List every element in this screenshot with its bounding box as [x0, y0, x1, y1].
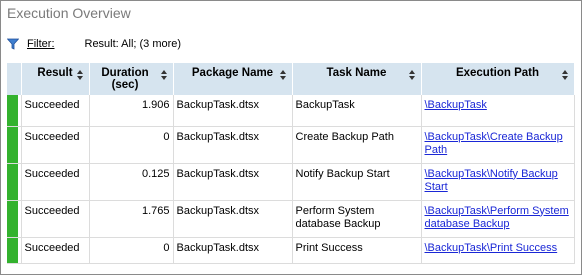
sort-arrows-icon[interactable]: [280, 70, 287, 80]
table-row[interactable]: Succeeded 1.906 BackupTask.dtsx BackupTa…: [7, 95, 575, 127]
header-row: Result Duration (sec) Package Name Task …: [7, 63, 575, 95]
execution-path-link[interactable]: \BackupTask\Perform System database Back…: [425, 205, 569, 230]
path-cell: \BackupTask: [421, 95, 575, 127]
path-cell: \BackupTask\Notify Backup Start: [421, 163, 575, 201]
column-header-label: Duration (sec): [101, 67, 149, 91]
execution-path-link[interactable]: \BackupTask: [425, 99, 487, 111]
task-cell: Create Backup Path: [292, 126, 422, 164]
table-row[interactable]: Succeeded 1.765 BackupTask.dtsx Perform …: [7, 200, 575, 238]
execution-table: Result Duration (sec) Package Name Task …: [7, 63, 575, 264]
package-cell: BackupTask.dtsx: [173, 237, 293, 264]
execution-path-link[interactable]: \BackupTask\Print Success: [425, 242, 558, 254]
result-cell: Succeeded: [21, 95, 90, 127]
path-cell: \BackupTask\Create Backup Path: [421, 126, 575, 164]
duration-cell: 0: [89, 237, 174, 264]
execution-path-link[interactable]: \BackupTask\Create Backup Path: [425, 131, 563, 156]
table-row[interactable]: Succeeded 0 BackupTask.dtsx Print Succes…: [7, 237, 575, 264]
column-header-execution-path[interactable]: Execution Path: [421, 63, 575, 95]
duration-cell: 0.125: [89, 163, 174, 201]
filter-bar: Filter: Result: All; (3 more): [7, 35, 181, 53]
task-cell: Notify Backup Start: [292, 163, 422, 201]
package-cell: BackupTask.dtsx: [173, 95, 293, 127]
column-header-package-name[interactable]: Package Name: [173, 63, 293, 95]
status-indicator: [7, 163, 22, 201]
status-indicator: [7, 237, 22, 264]
path-cell: \BackupTask\Print Success: [421, 237, 575, 264]
status-column-header: [7, 63, 22, 95]
path-cell: \BackupTask\Perform System database Back…: [421, 200, 575, 238]
filter-funnel-icon[interactable]: [7, 38, 19, 50]
column-header-label: Execution Path: [455, 67, 540, 79]
column-header-result[interactable]: Result: [21, 63, 90, 95]
filter-link[interactable]: Filter:: [27, 38, 55, 50]
column-header-task-name[interactable]: Task Name: [292, 63, 422, 95]
sort-arrows-icon[interactable]: [409, 70, 416, 80]
package-cell: BackupTask.dtsx: [173, 126, 293, 164]
table-row[interactable]: Succeeded 0.125 BackupTask.dtsx Notify B…: [7, 163, 575, 201]
status-indicator: [7, 95, 22, 127]
table-row[interactable]: Succeeded 0 BackupTask.dtsx Create Backu…: [7, 126, 575, 164]
sort-arrows-icon[interactable]: [161, 70, 168, 80]
column-header-label: Task Name: [326, 67, 387, 79]
execution-path-link[interactable]: \BackupTask\Notify Backup Start: [425, 168, 558, 193]
panel-title: Execution Overview: [7, 5, 131, 21]
column-header-label: Package Name: [191, 67, 274, 79]
column-header-duration[interactable]: Duration (sec): [89, 63, 174, 95]
status-indicator: [7, 126, 22, 164]
duration-cell: 1.906: [89, 95, 174, 127]
task-cell: Print Success: [292, 237, 422, 264]
execution-overview-panel: Execution Overview Filter: Result: All; …: [0, 0, 582, 275]
package-cell: BackupTask.dtsx: [173, 163, 293, 201]
sort-arrows-icon[interactable]: [562, 70, 569, 80]
result-cell: Succeeded: [21, 237, 90, 264]
duration-cell: 1.765: [89, 200, 174, 238]
task-cell: BackupTask: [292, 95, 422, 127]
status-indicator: [7, 200, 22, 238]
result-cell: Succeeded: [21, 126, 90, 164]
task-cell: Perform System database Backup: [292, 200, 422, 238]
result-cell: Succeeded: [21, 163, 90, 201]
result-cell: Succeeded: [21, 200, 90, 238]
filter-value: Result: All; (3 more): [84, 38, 182, 50]
sort-arrows-icon[interactable]: [77, 70, 84, 80]
column-header-label: Result: [37, 67, 73, 79]
duration-cell: 0: [89, 126, 174, 164]
package-cell: BackupTask.dtsx: [173, 200, 293, 238]
